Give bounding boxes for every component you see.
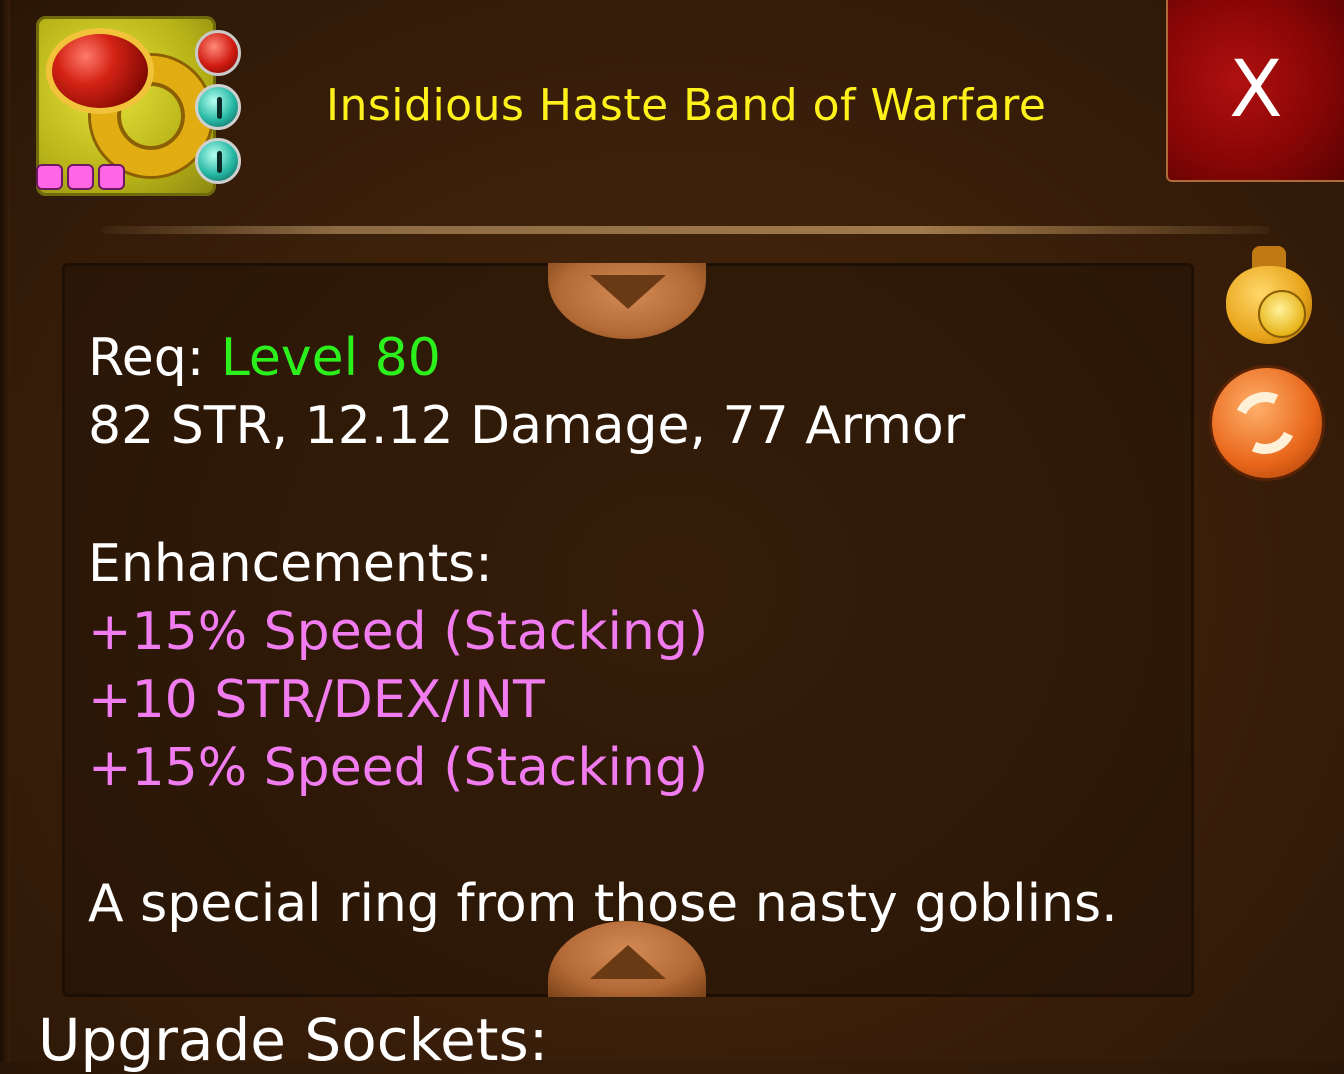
enhancement-item: +10 STR/DEX/INT <box>88 670 545 730</box>
socket-pip <box>36 164 63 190</box>
red-skull-gem-icon <box>195 30 241 76</box>
enhancement-item: +15% Speed (Stacking) <box>88 738 709 798</box>
swap-icon[interactable] <box>1212 368 1322 478</box>
upgrade-sockets-heading: Upgrade Sockets: <box>38 1006 549 1074</box>
req-level: Level 80 <box>220 328 441 388</box>
money-bag-icon[interactable] <box>1224 236 1314 346</box>
teal-eye-gem-icon <box>195 138 241 184</box>
item-title: Insidious Haste Band of Warfare <box>326 80 1047 131</box>
enhancements-heading: Enhancements: <box>88 534 493 594</box>
chevron-up-icon <box>590 945 666 979</box>
window-left-edge <box>0 0 10 1062</box>
stats-line: 82 STR, 12.12 Damage, 77 Armor <box>88 396 966 456</box>
divider <box>102 226 1270 234</box>
enhancement-item: +15% Speed (Stacking) <box>88 602 709 662</box>
requirement-line: Req: Level 80 <box>88 324 441 392</box>
ring-gemstone <box>46 28 154 114</box>
socket-pips <box>36 164 125 190</box>
teal-eye-gem-icon <box>195 84 241 130</box>
socket-pip <box>98 164 125 190</box>
req-label: Req: <box>88 328 205 388</box>
coin-icon <box>1258 290 1306 338</box>
close-button[interactable]: X <box>1166 0 1344 182</box>
socket-pip <box>67 164 94 190</box>
chevron-down-icon <box>590 275 666 309</box>
